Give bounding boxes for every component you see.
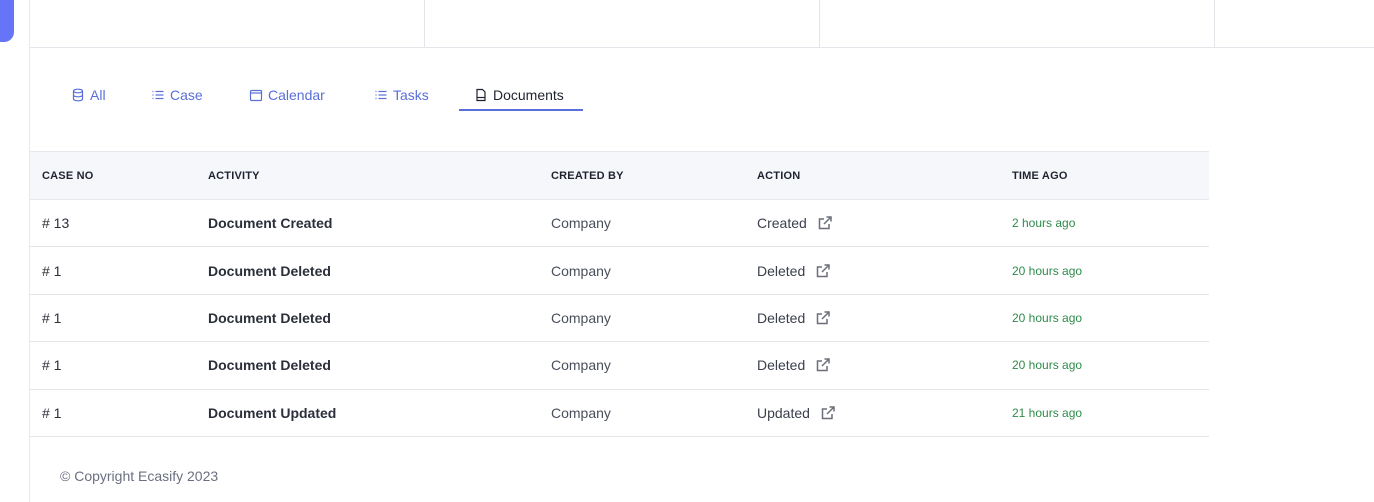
column-header-action[interactable]: ACTION: [745, 152, 1000, 200]
action-cell: Deleted: [745, 294, 1000, 341]
action-label: Deleted: [757, 262, 806, 279]
created-by-cell: Company: [551, 215, 611, 232]
case-no-cell: # 1: [42, 404, 62, 421]
column-header-created-by[interactable]: CREATED BY: [539, 152, 745, 200]
stat-card: [425, 0, 820, 48]
created-by-cell: Company: [551, 309, 611, 326]
column-header-case-no[interactable]: CASE NO: [30, 152, 196, 200]
external-link-icon[interactable]: [820, 405, 836, 421]
list-icon: [374, 88, 388, 102]
list-icon: [151, 88, 165, 102]
stats-strip: [30, 0, 1374, 48]
action-cell: Deleted: [745, 247, 1000, 294]
table-row: # 1 Document Updated Company Updated 21 …: [30, 389, 1209, 437]
action-label: Created: [757, 215, 807, 232]
created-by-cell: Company: [551, 357, 611, 374]
tab-case[interactable]: Case: [151, 78, 203, 112]
case-no-cell: # 13: [42, 215, 70, 232]
action-label: Updated: [757, 404, 810, 421]
sidebar-active-indicator[interactable]: [0, 0, 14, 42]
tab-tasks[interactable]: Tasks: [374, 78, 429, 112]
tab-calendar[interactable]: Calendar: [249, 78, 325, 112]
case-no-cell: # 1: [42, 262, 62, 279]
sidebar: [0, 0, 30, 502]
column-header-activity[interactable]: ACTIVITY: [196, 152, 539, 200]
tab-label: Documents: [493, 87, 564, 103]
tab-label: Calendar: [268, 87, 325, 103]
activity-cell: Document Deleted: [208, 262, 331, 279]
external-link-icon[interactable]: [815, 310, 831, 326]
table-row: # 1 Document Deleted Company Deleted 20 …: [30, 294, 1209, 342]
action-label: Deleted: [757, 357, 806, 374]
column-header-time-ago[interactable]: TIME AGO: [1000, 152, 1209, 200]
tab-label: Case: [170, 87, 203, 103]
app-root: All Case Calendar Tasks Documents CASE N…: [0, 0, 1374, 502]
time-ago-cell: 20 hours ago: [1012, 263, 1083, 278]
table-row: # 13 Document Created Company Created 2 …: [30, 200, 1209, 247]
tab-label: All: [90, 87, 106, 103]
calendar-icon: [249, 88, 263, 102]
created-by-cell: Company: [551, 404, 611, 421]
time-ago-cell: 21 hours ago: [1012, 405, 1083, 420]
time-ago-cell: 2 hours ago: [1012, 216, 1076, 231]
document-icon: [474, 88, 488, 102]
case-no-cell: # 1: [42, 309, 62, 326]
external-link-icon[interactable]: [817, 215, 833, 231]
footer-copyright: © Copyright Ecasify 2023: [60, 468, 219, 484]
action-cell: Updated: [745, 389, 1000, 436]
table-row: # 1 Document Deleted Company Deleted 20 …: [30, 342, 1209, 390]
tab-label: Tasks: [393, 87, 429, 103]
stat-card: [820, 0, 1215, 48]
action-label: Deleted: [757, 309, 806, 326]
active-tab-underline: [459, 109, 583, 111]
time-ago-cell: 20 hours ago: [1012, 310, 1083, 325]
tab-documents[interactable]: Documents: [474, 78, 564, 112]
time-ago-cell: 20 hours ago: [1012, 358, 1083, 373]
external-link-icon[interactable]: [815, 357, 831, 373]
activity-table: CASE NO ACTIVITY CREATED BY ACTION TIME …: [30, 151, 1209, 437]
external-link-icon[interactable]: [815, 263, 831, 279]
table-row: # 1 Document Deleted Company Deleted 20 …: [30, 247, 1209, 295]
action-cell: Deleted: [745, 342, 1000, 389]
table-header-row: CASE NO ACTIVITY CREATED BY ACTION TIME …: [30, 151, 1209, 200]
tab-all[interactable]: All: [71, 78, 106, 112]
stat-card: [30, 0, 425, 48]
activity-tabs: All Case Calendar Tasks Documents: [30, 48, 1210, 152]
activity-cell: Document Updated: [208, 404, 337, 421]
activity-cell: Document Deleted: [208, 309, 331, 326]
created-by-cell: Company: [551, 262, 611, 279]
activity-cell: Document Deleted: [208, 357, 331, 374]
case-no-cell: # 1: [42, 357, 62, 374]
activity-cell: Document Created: [208, 215, 333, 232]
stat-card: [1215, 0, 1374, 48]
database-icon: [71, 88, 85, 102]
action-cell: Created: [745, 200, 1000, 247]
